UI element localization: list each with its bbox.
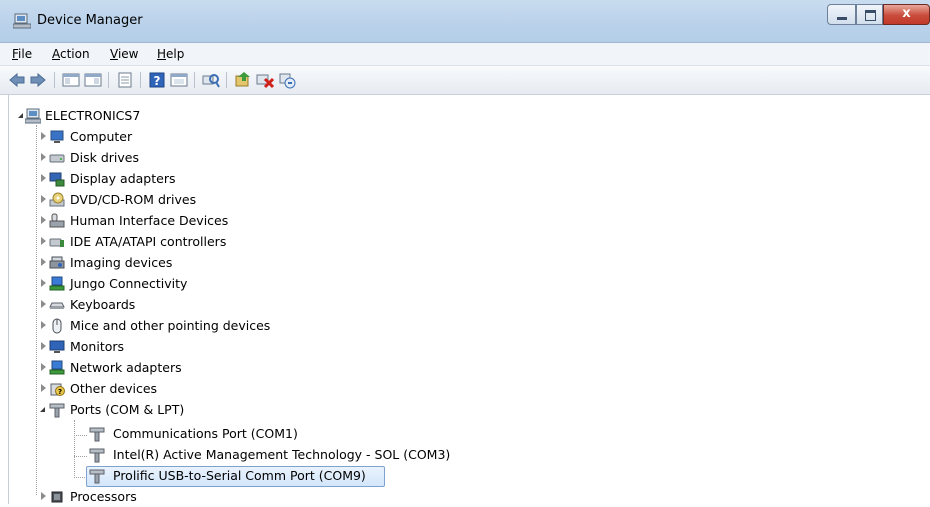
menu-action[interactable]: Action xyxy=(52,47,90,61)
mouse-icon xyxy=(52,318,62,334)
imaging-device-icon xyxy=(49,256,65,269)
toolbar-separator xyxy=(226,72,227,88)
tree-item-network-adapters[interactable]: Network adapters xyxy=(9,358,309,378)
expand-arrow-icon[interactable] xyxy=(41,174,46,182)
toolbar: ? xyxy=(0,66,930,95)
expand-arrow-icon[interactable] xyxy=(41,216,46,224)
expand-arrow-icon[interactable] xyxy=(41,132,46,140)
maximize-button[interactable] xyxy=(856,4,883,25)
update-driver-icon[interactable] xyxy=(234,71,252,89)
tree-item-other-devices[interactable]: ? Other devices xyxy=(9,379,309,399)
properties-icon[interactable] xyxy=(116,71,134,89)
root-label: ELECTRONICS7 xyxy=(45,108,141,123)
tree-item-mice[interactable]: Mice and other pointing devices xyxy=(9,316,309,336)
menu-help[interactable]: Help xyxy=(157,47,184,61)
device-tree: ELECTRONICS7 Computer Disk drives Displa… xyxy=(8,95,930,504)
expand-arrow-icon[interactable] xyxy=(41,279,46,287)
port-icon xyxy=(89,427,105,442)
expand-arrow-icon[interactable] xyxy=(41,321,46,329)
tree-item-human-interface-devices[interactable]: Human Interface Devices xyxy=(9,211,309,231)
unknown-device-icon: ? xyxy=(50,383,65,396)
forward-arrow-icon[interactable] xyxy=(29,71,47,89)
port-icon xyxy=(89,469,105,484)
svg-text:?: ? xyxy=(154,74,161,88)
tree-item-monitors[interactable]: Monitors xyxy=(9,337,309,357)
display-adapter-icon xyxy=(49,172,65,187)
collapse-arrow-icon[interactable] xyxy=(40,407,45,412)
toolbar-separator xyxy=(108,72,109,88)
uninstall-device-icon[interactable] xyxy=(256,71,274,89)
dvd-drive-icon xyxy=(49,192,65,207)
minimize-icon xyxy=(837,17,847,20)
expand-arrow-icon[interactable] xyxy=(41,237,46,245)
show-hide-console-tree-icon[interactable] xyxy=(62,71,80,89)
tree-item-ide-ata-atapi-controllers[interactable]: IDE ATA/ATAPI controllers xyxy=(9,232,309,252)
toolbar-separator xyxy=(140,72,141,88)
action-pane-icon[interactable] xyxy=(84,71,102,89)
view-icon[interactable] xyxy=(170,71,188,89)
computer-root-icon xyxy=(25,108,41,124)
tree-item-disk-drives[interactable]: Disk drives xyxy=(9,148,309,168)
tree-item-ports[interactable]: Ports (COM & LPT) xyxy=(9,400,309,420)
title-bar: Device Manager x xyxy=(0,0,930,43)
expand-arrow-icon[interactable] xyxy=(41,195,46,203)
expand-arrow-icon[interactable] xyxy=(41,492,46,500)
menu-bar: File Action View Help xyxy=(0,43,930,66)
close-icon: x xyxy=(902,6,911,21)
svg-text:?: ? xyxy=(58,388,62,396)
tree-item-com1[interactable]: Communications Port (COM1) xyxy=(9,424,509,444)
keyboard-icon xyxy=(49,302,65,309)
port-icon xyxy=(89,448,105,463)
tree-item-jungo-connectivity[interactable]: Jungo Connectivity xyxy=(9,274,309,294)
expand-arrow-icon[interactable] xyxy=(41,153,46,161)
expand-arrow-icon[interactable] xyxy=(41,300,46,308)
toolbar-separator xyxy=(194,72,195,88)
tree-item-processors[interactable]: Processors xyxy=(9,487,309,507)
disk-drive-icon xyxy=(49,154,65,163)
menu-view[interactable]: View xyxy=(110,47,138,61)
network-adapter-icon xyxy=(49,360,65,375)
computer-icon xyxy=(50,130,64,143)
device-manager-icon xyxy=(13,13,31,29)
collapse-arrow-icon[interactable] xyxy=(18,113,23,118)
tree-item-com3[interactable]: Intel(R) Active Management Technology - … xyxy=(9,445,509,465)
tree-item-dvd-cd-rom-drives[interactable]: DVD/CD-ROM drives xyxy=(9,190,309,210)
window-title: Device Manager xyxy=(37,13,143,28)
close-button[interactable]: x xyxy=(883,4,930,25)
ide-controller-icon xyxy=(49,238,64,247)
hid-icon xyxy=(49,213,65,228)
tree-item-com9-selected[interactable]: Prolific USB-to-Serial Comm Port (COM9) xyxy=(9,466,509,486)
back-arrow-icon[interactable] xyxy=(8,71,26,89)
expand-arrow-icon[interactable] xyxy=(41,363,46,371)
help-icon[interactable]: ? xyxy=(148,71,166,89)
toolbar-separator xyxy=(54,72,55,88)
expand-arrow-icon[interactable] xyxy=(41,342,46,350)
expand-arrow-icon[interactable] xyxy=(41,258,46,266)
expand-arrow-icon[interactable] xyxy=(41,384,46,392)
processor-icon xyxy=(51,491,63,503)
minimize-button[interactable] xyxy=(827,4,856,25)
disable-device-icon[interactable] xyxy=(278,71,296,89)
menu-file[interactable]: File xyxy=(12,47,32,61)
tree-item-display-adapters[interactable]: Display adapters xyxy=(9,169,309,189)
port-icon xyxy=(49,403,65,418)
tree-item-computer[interactable]: Computer xyxy=(9,127,309,147)
scan-hardware-icon[interactable] xyxy=(202,71,220,89)
jungo-connectivity-icon xyxy=(49,276,65,291)
monitor-icon xyxy=(49,340,65,353)
maximize-icon xyxy=(865,10,876,21)
tree-item-imaging-devices[interactable]: Imaging devices xyxy=(9,253,309,273)
tree-root[interactable]: ELECTRONICS7 xyxy=(9,106,309,126)
tree-item-keyboards[interactable]: Keyboards xyxy=(9,295,309,315)
